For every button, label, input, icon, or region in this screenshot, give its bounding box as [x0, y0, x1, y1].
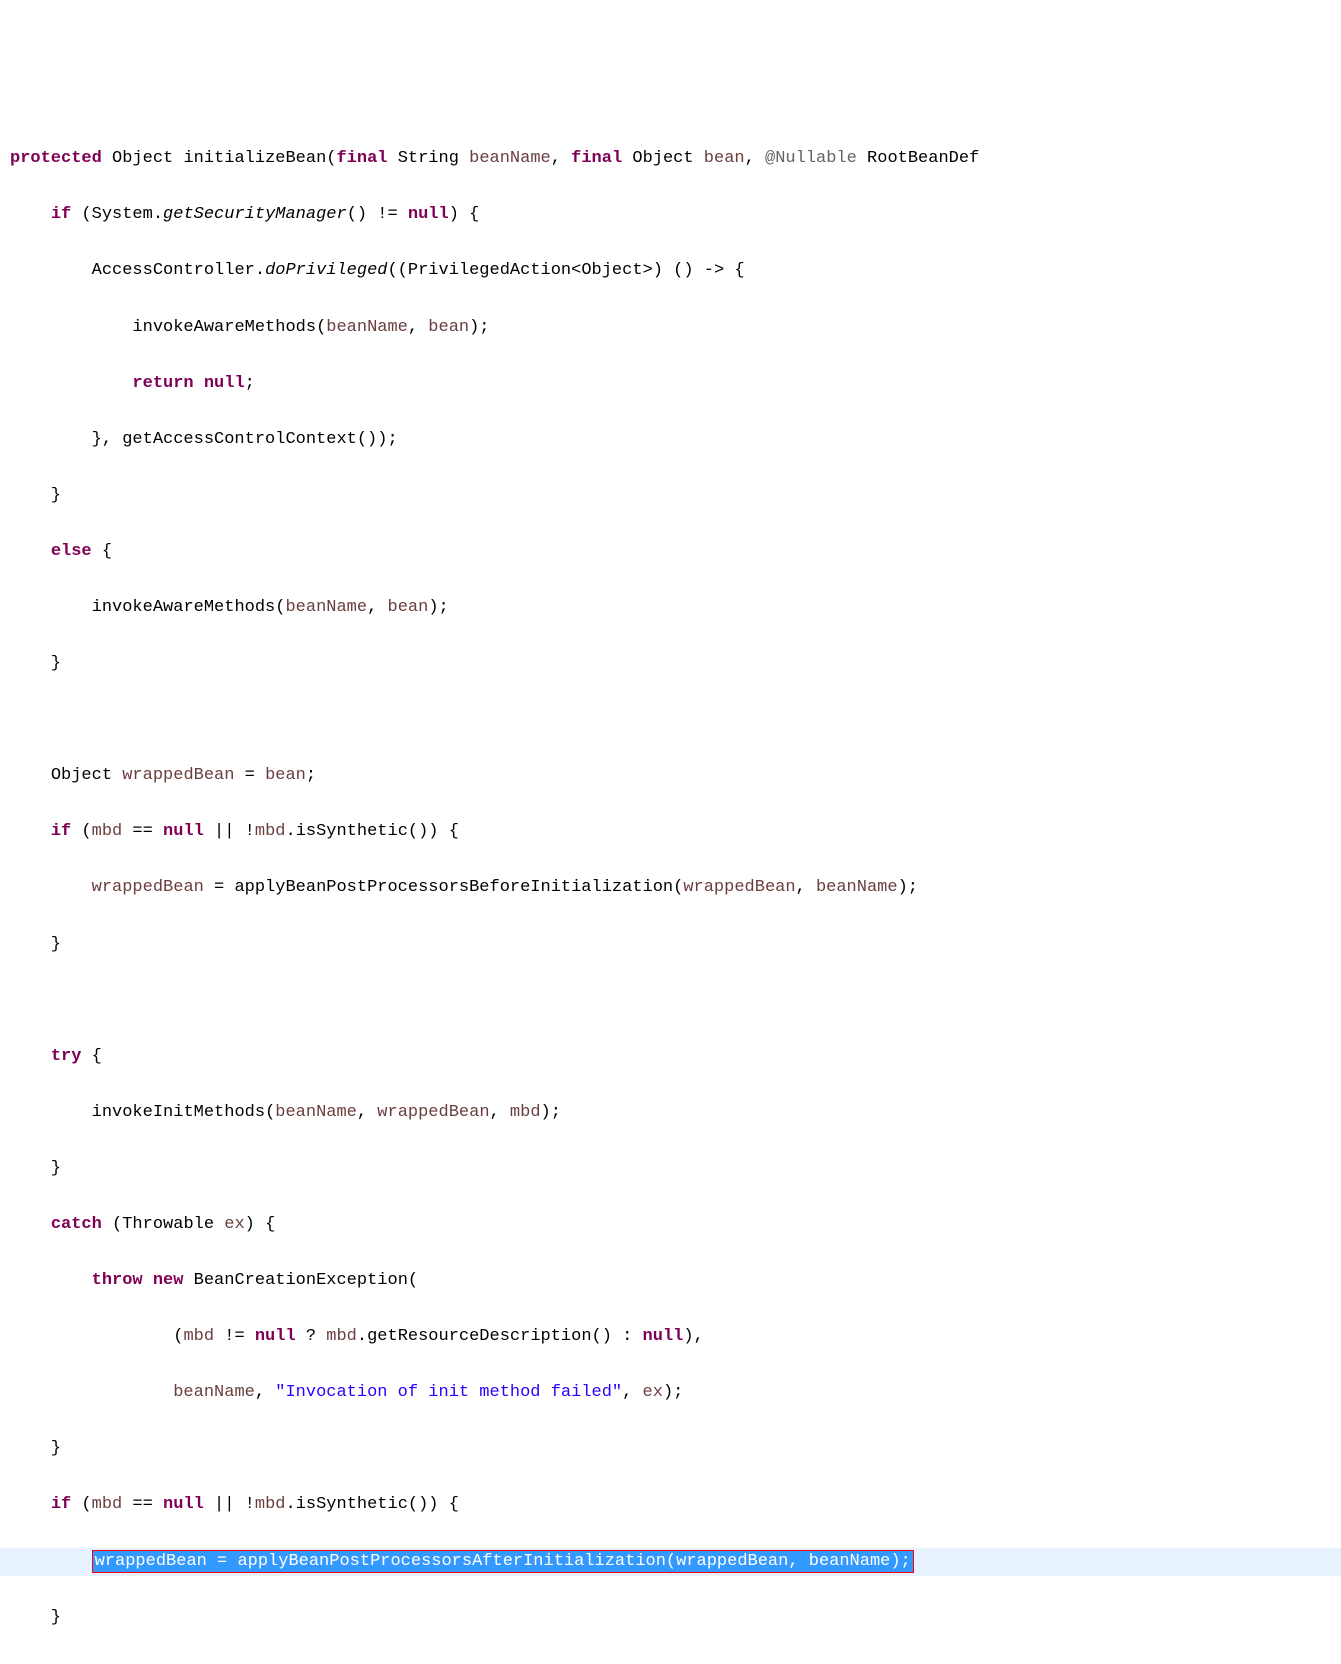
code-line: if (System.getSecurityManager() != null)… — [10, 201, 1331, 229]
code-line: Object wrappedBean = bean; — [10, 762, 1331, 790]
code-block: protected Object initializeBean(final St… — [10, 117, 1331, 1664]
code-line: } — [10, 1435, 1331, 1463]
code-line: } — [10, 650, 1331, 678]
code-line: wrappedBean = applyBeanPostProcessorsBef… — [10, 874, 1331, 902]
code-line: if (mbd == null || !mbd.isSynthetic()) { — [10, 818, 1331, 846]
code-line: if (mbd == null || !mbd.isSynthetic()) { — [10, 1491, 1331, 1519]
code-line: } — [10, 1155, 1331, 1183]
code-line — [10, 1660, 1331, 1664]
code-line: invokeAwareMethods(beanName, bean); — [10, 594, 1331, 622]
code-line — [10, 706, 1331, 734]
code-line: protected Object initializeBean(final St… — [10, 145, 1331, 173]
code-line: invokeAwareMethods(beanName, bean); — [10, 314, 1331, 342]
highlighted-selection[interactable]: wrappedBean = applyBeanPostProcessorsAft… — [92, 1550, 914, 1573]
highlighted-line-row: wrappedBean = applyBeanPostProcessorsAft… — [0, 1548, 1341, 1576]
code-line: else { — [10, 538, 1331, 566]
code-line: (mbd != null ? mbd.getResourceDescriptio… — [10, 1323, 1331, 1351]
code-line: catch (Throwable ex) { — [10, 1211, 1331, 1239]
code-line: }, getAccessControlContext()); — [10, 426, 1331, 454]
code-line: } — [10, 931, 1331, 959]
code-line: try { — [10, 1043, 1331, 1071]
code-line — [10, 987, 1331, 1015]
code-line: invokeInitMethods(beanName, wrappedBean,… — [10, 1099, 1331, 1127]
code-line: return null; — [10, 370, 1331, 398]
code-line: AccessController.doPrivileged((Privilege… — [10, 257, 1331, 285]
code-line: } — [10, 1604, 1331, 1632]
code-line: throw new BeanCreationException( — [10, 1267, 1331, 1295]
code-line: } — [10, 482, 1331, 510]
code-line: beanName, "Invocation of init method fai… — [10, 1379, 1331, 1407]
